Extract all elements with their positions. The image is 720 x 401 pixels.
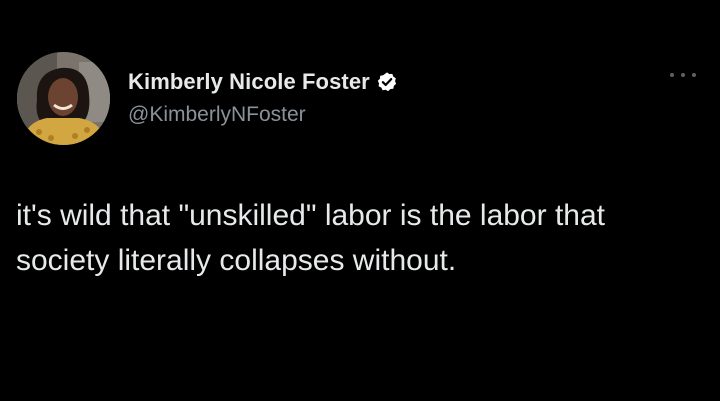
more-dot	[692, 73, 696, 77]
more-dot	[670, 73, 674, 77]
avatar[interactable]	[17, 52, 110, 145]
display-name[interactable]: Kimberly Nicole Foster	[128, 69, 370, 95]
verified-badge-icon	[376, 71, 398, 93]
avatar-photo	[17, 52, 110, 145]
tweet-text: it's wild that "unskilled" labor is the …	[16, 199, 605, 277]
more-dot	[681, 73, 685, 77]
tweet-card: Kimberly Nicole Foster @KimberlyNFoster …	[0, 0, 720, 401]
author-handle[interactable]: @KimberlyNFoster	[128, 103, 306, 127]
more-options-icon[interactable]	[670, 68, 696, 82]
author-name-row: Kimberly Nicole Foster	[128, 67, 398, 97]
